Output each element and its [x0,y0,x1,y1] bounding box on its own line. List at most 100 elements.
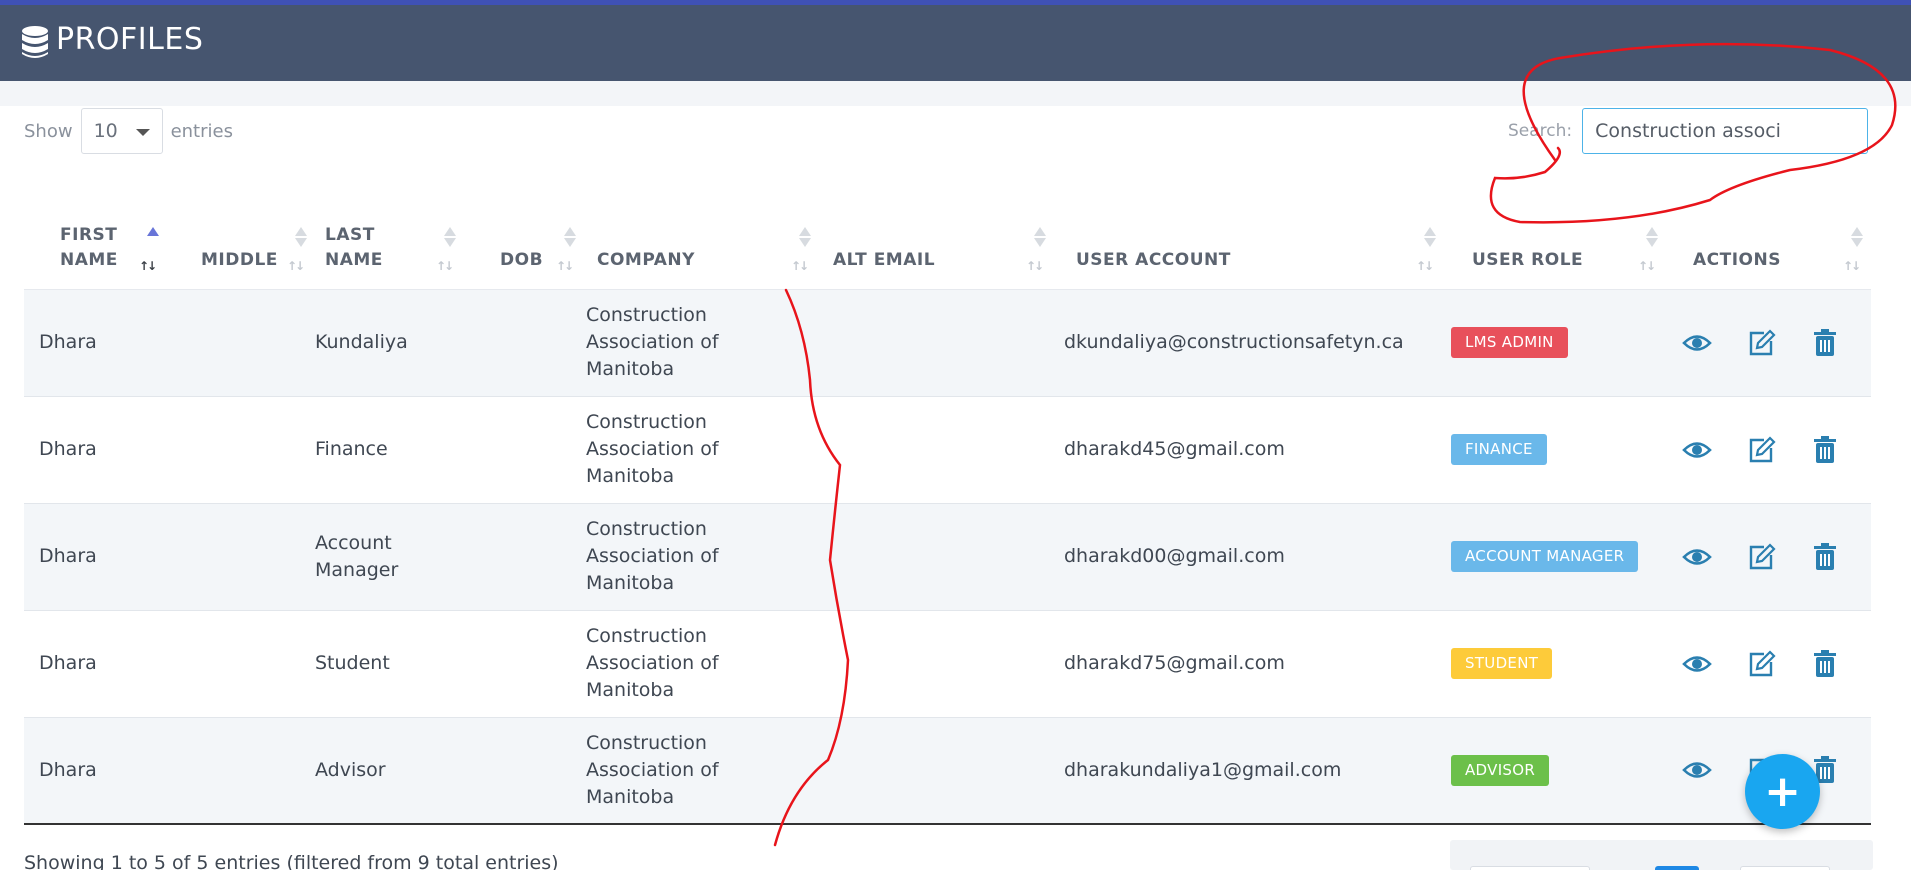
cell-company: Construction Association of Manitoba [584,502,819,610]
role-badge: STUDENT [1451,648,1553,679]
cell-company: Construction Association of Manitoba [584,609,819,717]
company-text: Construction Association of Manitoba [586,518,719,594]
cell-middle [165,502,315,610]
profiles-table: FIRST NAME ↑↓ MIDDLE ↑↓ LAST NAME ↑↓ DOB ↑↓ CO… [24,205,1871,825]
search-input[interactable] [1582,108,1869,154]
cell-alt-email [819,502,1054,610]
plus-icon: + [1764,766,1801,817]
cell-alt-email [819,609,1054,717]
cell-last-name: Finance [315,395,464,503]
eye-icon[interactable] [1682,542,1712,572]
table-header-row: FIRST NAME ↑↓ MIDDLE ↑↓ LAST NAME ↑↓ DOB ↑↓ CO… [24,205,1871,290]
edit-icon[interactable] [1746,542,1776,572]
column-header-actions[interactable]: ACTIONS ↑↓ [1666,205,1871,290]
column-header-first-name[interactable]: FIRST NAME ↑↓ [24,205,165,290]
cell-user-role: ADVISOR [1444,716,1666,825]
cell-actions [1666,395,1871,503]
cell-user-account: dharakd75@gmail.com [1054,609,1444,717]
table-row: Dhara Student Construction Association of … [24,609,1871,717]
cell-alt-email [819,395,1054,503]
cell-company: Construction Association of Manitoba [584,716,819,825]
role-badge: LMS ADMIN [1451,327,1568,358]
cell-dob [464,609,584,717]
table-row: Dhara Finance Construction Association of … [24,395,1871,503]
table-info-text: Showing 1 to 5 of 5 entries (filtered fr… [24,852,559,870]
cell-user-account: dkundaliya@constructionsafetyn.ca [1054,288,1444,396]
trash-icon[interactable] [1810,435,1840,465]
pagination-previous-button[interactable] [1470,866,1590,870]
column-header-alt-email[interactable]: ALT EMAIL ↑↓ [819,205,1054,290]
cell-first-name: Dhara [24,395,165,503]
cell-user-role: STUDENT [1444,609,1666,717]
pagination-page-current[interactable] [1655,866,1699,870]
entries-per-page-select[interactable]: 10 [80,108,163,154]
cell-first-name: Dhara [24,288,165,396]
show-label: Show [24,120,73,142]
column-header-last-name[interactable]: LAST NAME ↑↓ [315,205,464,290]
edit-icon[interactable] [1746,328,1776,358]
sort-icon: ↑↓ [436,226,456,273]
eye-icon[interactable] [1682,435,1712,465]
trash-icon[interactable] [1810,649,1840,679]
sort-icon: ↑↓ [1843,226,1863,273]
sort-icon: ↑↓ [139,226,159,273]
entries-length-control: Show 10 entries [24,108,233,154]
page-header: PROFILES [0,5,1911,81]
entries-label: entries [170,120,233,142]
cell-alt-email [819,288,1054,396]
cell-user-account: dharakd00@gmail.com [1054,502,1444,610]
cell-alt-email [819,716,1054,825]
cell-middle [165,609,315,717]
trash-icon[interactable] [1810,328,1840,358]
edit-icon[interactable] [1746,435,1776,465]
cell-dob [464,502,584,610]
column-header-company[interactable]: COMPANY ↑↓ [584,205,819,290]
role-badge: ADVISOR [1451,754,1550,786]
eye-icon[interactable] [1682,649,1712,679]
cell-user-role: FINANCE [1444,395,1666,503]
cell-first-name: Dhara [24,609,165,717]
column-header-dob[interactable]: DOB ↑↓ [464,205,584,290]
cell-actions [1666,502,1871,610]
company-text: Construction Association of Manitoba [586,304,719,380]
company-text: Construction Association of Manitoba [586,411,719,487]
sort-icon: ↑↓ [1638,226,1658,273]
column-header-user-account[interactable]: USER ACCOUNT ↑↓ [1054,205,1444,290]
cell-company: Construction Association of Manitoba [584,395,819,503]
cell-actions [1666,288,1871,396]
cell-middle [165,288,315,396]
sort-icon: ↑↓ [287,226,307,273]
cell-last-name: Advisor [315,716,464,825]
pagination [1450,840,1873,870]
column-label: ALT EMAIL [833,249,936,270]
company-text: Construction Association of Manitoba [586,731,719,808]
cell-company: Construction Association of Manitoba [584,288,819,396]
trash-icon[interactable] [1810,542,1840,572]
search-label: Search: [1508,121,1573,141]
cell-last-name: Kundaliya [315,288,464,396]
database-icon [22,26,48,58]
cell-dob [464,395,584,503]
table-row: Dhara Kundaliya Construction Association o… [24,288,1871,396]
cell-last-name: Account Manager [315,502,464,610]
cell-first-name: Dhara [24,502,165,610]
sort-icon: ↑↓ [791,226,811,273]
eye-icon[interactable] [1682,328,1712,358]
add-profile-button[interactable]: + [1745,754,1820,829]
eye-icon[interactable] [1682,755,1712,785]
edit-icon[interactable] [1746,649,1776,679]
cell-dob [464,716,584,825]
sort-icon: ↑↓ [1026,226,1046,273]
cell-user-role: LMS ADMIN [1444,288,1666,396]
cell-user-account: dharakd45@gmail.com [1054,395,1444,503]
cell-user-role: ACCOUNT MANAGER [1444,502,1666,610]
column-header-user-role[interactable]: USER ROLE ↑↓ [1444,205,1666,290]
cell-middle [165,716,315,825]
column-header-middle[interactable]: MIDDLE ↑↓ [165,205,315,290]
sort-icon: ↑↓ [1416,226,1436,273]
cell-dob [464,288,584,396]
pagination-next-button[interactable] [1740,866,1830,870]
entries-per-page-value: 10 [93,120,118,142]
company-text: Construction Association of Manitoba [586,625,719,701]
search-control: Search: [1508,108,1869,154]
